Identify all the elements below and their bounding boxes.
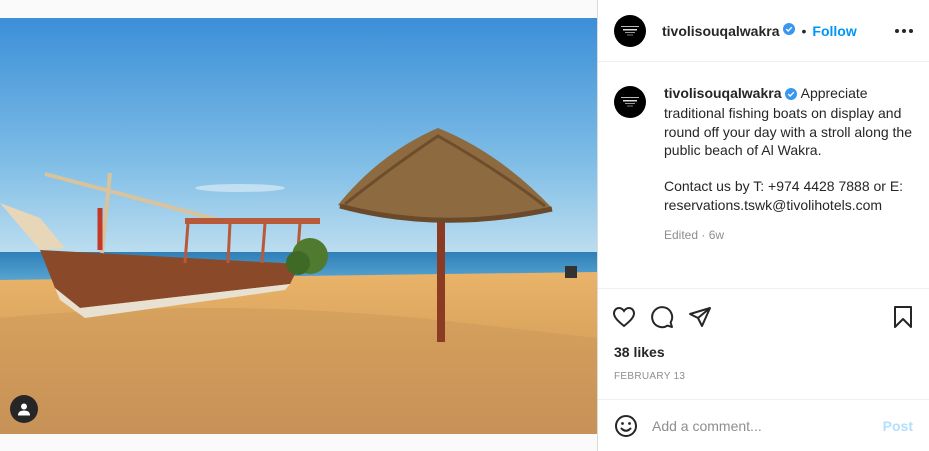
avatar[interactable]: [614, 14, 646, 47]
brand-logo-icon: [621, 97, 639, 107]
verified-badge-icon: [785, 86, 798, 104]
more-options-icon[interactable]: [895, 28, 913, 33]
comment-input[interactable]: [652, 417, 883, 434]
share-icon[interactable]: [688, 305, 712, 329]
brand-logo-icon: [621, 25, 639, 35]
header-username[interactable]: tivolisouqalwakra: [662, 23, 779, 39]
edited-timestamp: Edited · 6w: [664, 228, 725, 243]
action-bar: [598, 289, 929, 345]
follow-button[interactable]: Follow: [812, 23, 856, 39]
caption-username[interactable]: tivolisouqalwakra: [664, 85, 781, 101]
beach-photo: [0, 18, 597, 434]
comment-icon[interactable]: [650, 305, 674, 329]
post-date: FEBRUARY 13: [614, 371, 686, 382]
media-bottom-strip: [0, 434, 597, 451]
bookmark-icon[interactable]: [891, 305, 915, 329]
caption-text: Appreciate traditional fishing boats on …: [664, 85, 913, 213]
caption-section: tivolisouqalwakra Appreciate traditional…: [598, 62, 929, 289]
caption-avatar[interactable]: [614, 86, 646, 118]
post-image[interactable]: [0, 18, 597, 434]
caption-body: tivolisouqalwakra Appreciate traditional…: [664, 84, 913, 288]
top-strip: [0, 0, 597, 18]
comment-bar: Post: [598, 399, 929, 451]
post-details-panel: tivolisouqalwakra • Follow tivolisouqalw…: [597, 0, 929, 451]
separator-dot: •: [801, 22, 807, 39]
user-tag-icon[interactable]: [10, 395, 38, 423]
post-comment-button[interactable]: Post: [883, 418, 913, 434]
likes-count[interactable]: 38 likes: [598, 344, 929, 360]
verified-badge-icon: [783, 22, 796, 40]
post-header: tivolisouqalwakra • Follow: [598, 0, 929, 62]
emoji-icon[interactable]: [614, 414, 638, 438]
heart-icon[interactable]: [612, 305, 636, 329]
caption-text-block: tivolisouqalwakra Appreciate traditional…: [664, 84, 913, 214]
